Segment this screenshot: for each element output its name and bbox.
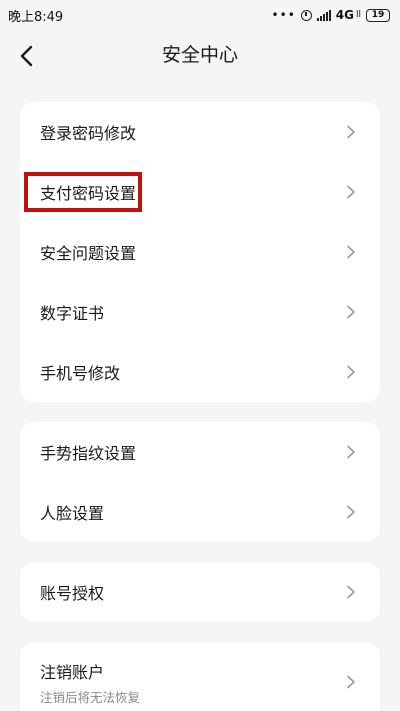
- menu-item-label: 人脸设置: [40, 504, 105, 523]
- menu-item-label: 注销账户: [40, 662, 105, 682]
- settings-group-biometrics: 手势指纹设置 人脸设置: [20, 422, 380, 542]
- chevron-right-icon: [347, 305, 355, 319]
- menu-item-login-password[interactable]: 登录密码修改: [20, 102, 380, 162]
- menu-item-sublabel: 注销后将无法恢复: [40, 689, 141, 705]
- menu-item-face[interactable]: 人脸设置: [20, 482, 380, 542]
- menu-item-gesture-fingerprint[interactable]: 手势指纹设置: [20, 422, 380, 482]
- status-time: 晚上8:49: [8, 9, 64, 25]
- nav-header: 安全中心: [0, 30, 400, 82]
- chevron-right-icon: [347, 445, 355, 459]
- settings-group-account-security: 登录密码修改 支付密码设置 安全问题设置 数字证书 手机号修改: [20, 102, 380, 402]
- chevron-right-icon: [347, 585, 355, 599]
- chevron-right-icon: [347, 675, 355, 689]
- menu-item-security-question[interactable]: 安全问题设置: [20, 222, 380, 282]
- settings-group-deactivate: 注销账户 注销后将无法恢复: [20, 642, 380, 711]
- menu-item-text: 注销账户 注销后将无法恢复: [40, 659, 140, 706]
- network-type: 4G: [335, 8, 354, 22]
- menu-item-phone-number[interactable]: 手机号修改: [20, 342, 380, 402]
- chevron-right-icon: [347, 185, 355, 199]
- chevron-right-icon: [347, 505, 355, 519]
- menu-item-label: 登录密码修改: [40, 124, 137, 143]
- menu-item-label: 账号授权: [40, 584, 105, 603]
- menu-item-label: 数字证书: [40, 304, 105, 323]
- menu-item-label: 手机号修改: [40, 364, 121, 383]
- menu-item-label: 安全问题设置: [40, 244, 137, 263]
- status-icons: ••• 4G ll 19: [272, 8, 390, 22]
- chevron-right-icon: [347, 245, 355, 259]
- menu-item-label: 支付密码设置: [40, 184, 137, 203]
- menu-item-label: 手势指纹设置: [40, 444, 137, 463]
- settings-group-authorization: 账号授权: [20, 562, 380, 622]
- more-dots-icon: •••: [271, 8, 296, 22]
- status-bar: 晚上8:49 ••• 4G ll 19: [0, 0, 400, 30]
- menu-item-account-authorization[interactable]: 账号授权: [20, 562, 380, 622]
- chevron-right-icon: [347, 125, 355, 139]
- menu-item-deactivate-account[interactable]: 注销账户 注销后将无法恢复: [20, 642, 380, 711]
- alarm-icon: [300, 9, 312, 21]
- page-title: 安全中心: [161, 44, 238, 66]
- chevron-right-icon: [347, 365, 355, 379]
- screen: 晚上8:49 ••• 4G ll 19 安全中心 登录密码修改 支付密码设置 安…: [0, 0, 400, 711]
- menu-item-payment-password[interactable]: 支付密码设置: [20, 162, 380, 222]
- signal-icon: [316, 9, 331, 21]
- menu-item-digital-certificate[interactable]: 数字证书: [20, 282, 380, 342]
- battery-icon: 19: [366, 8, 390, 22]
- network-sub: ll: [355, 10, 361, 20]
